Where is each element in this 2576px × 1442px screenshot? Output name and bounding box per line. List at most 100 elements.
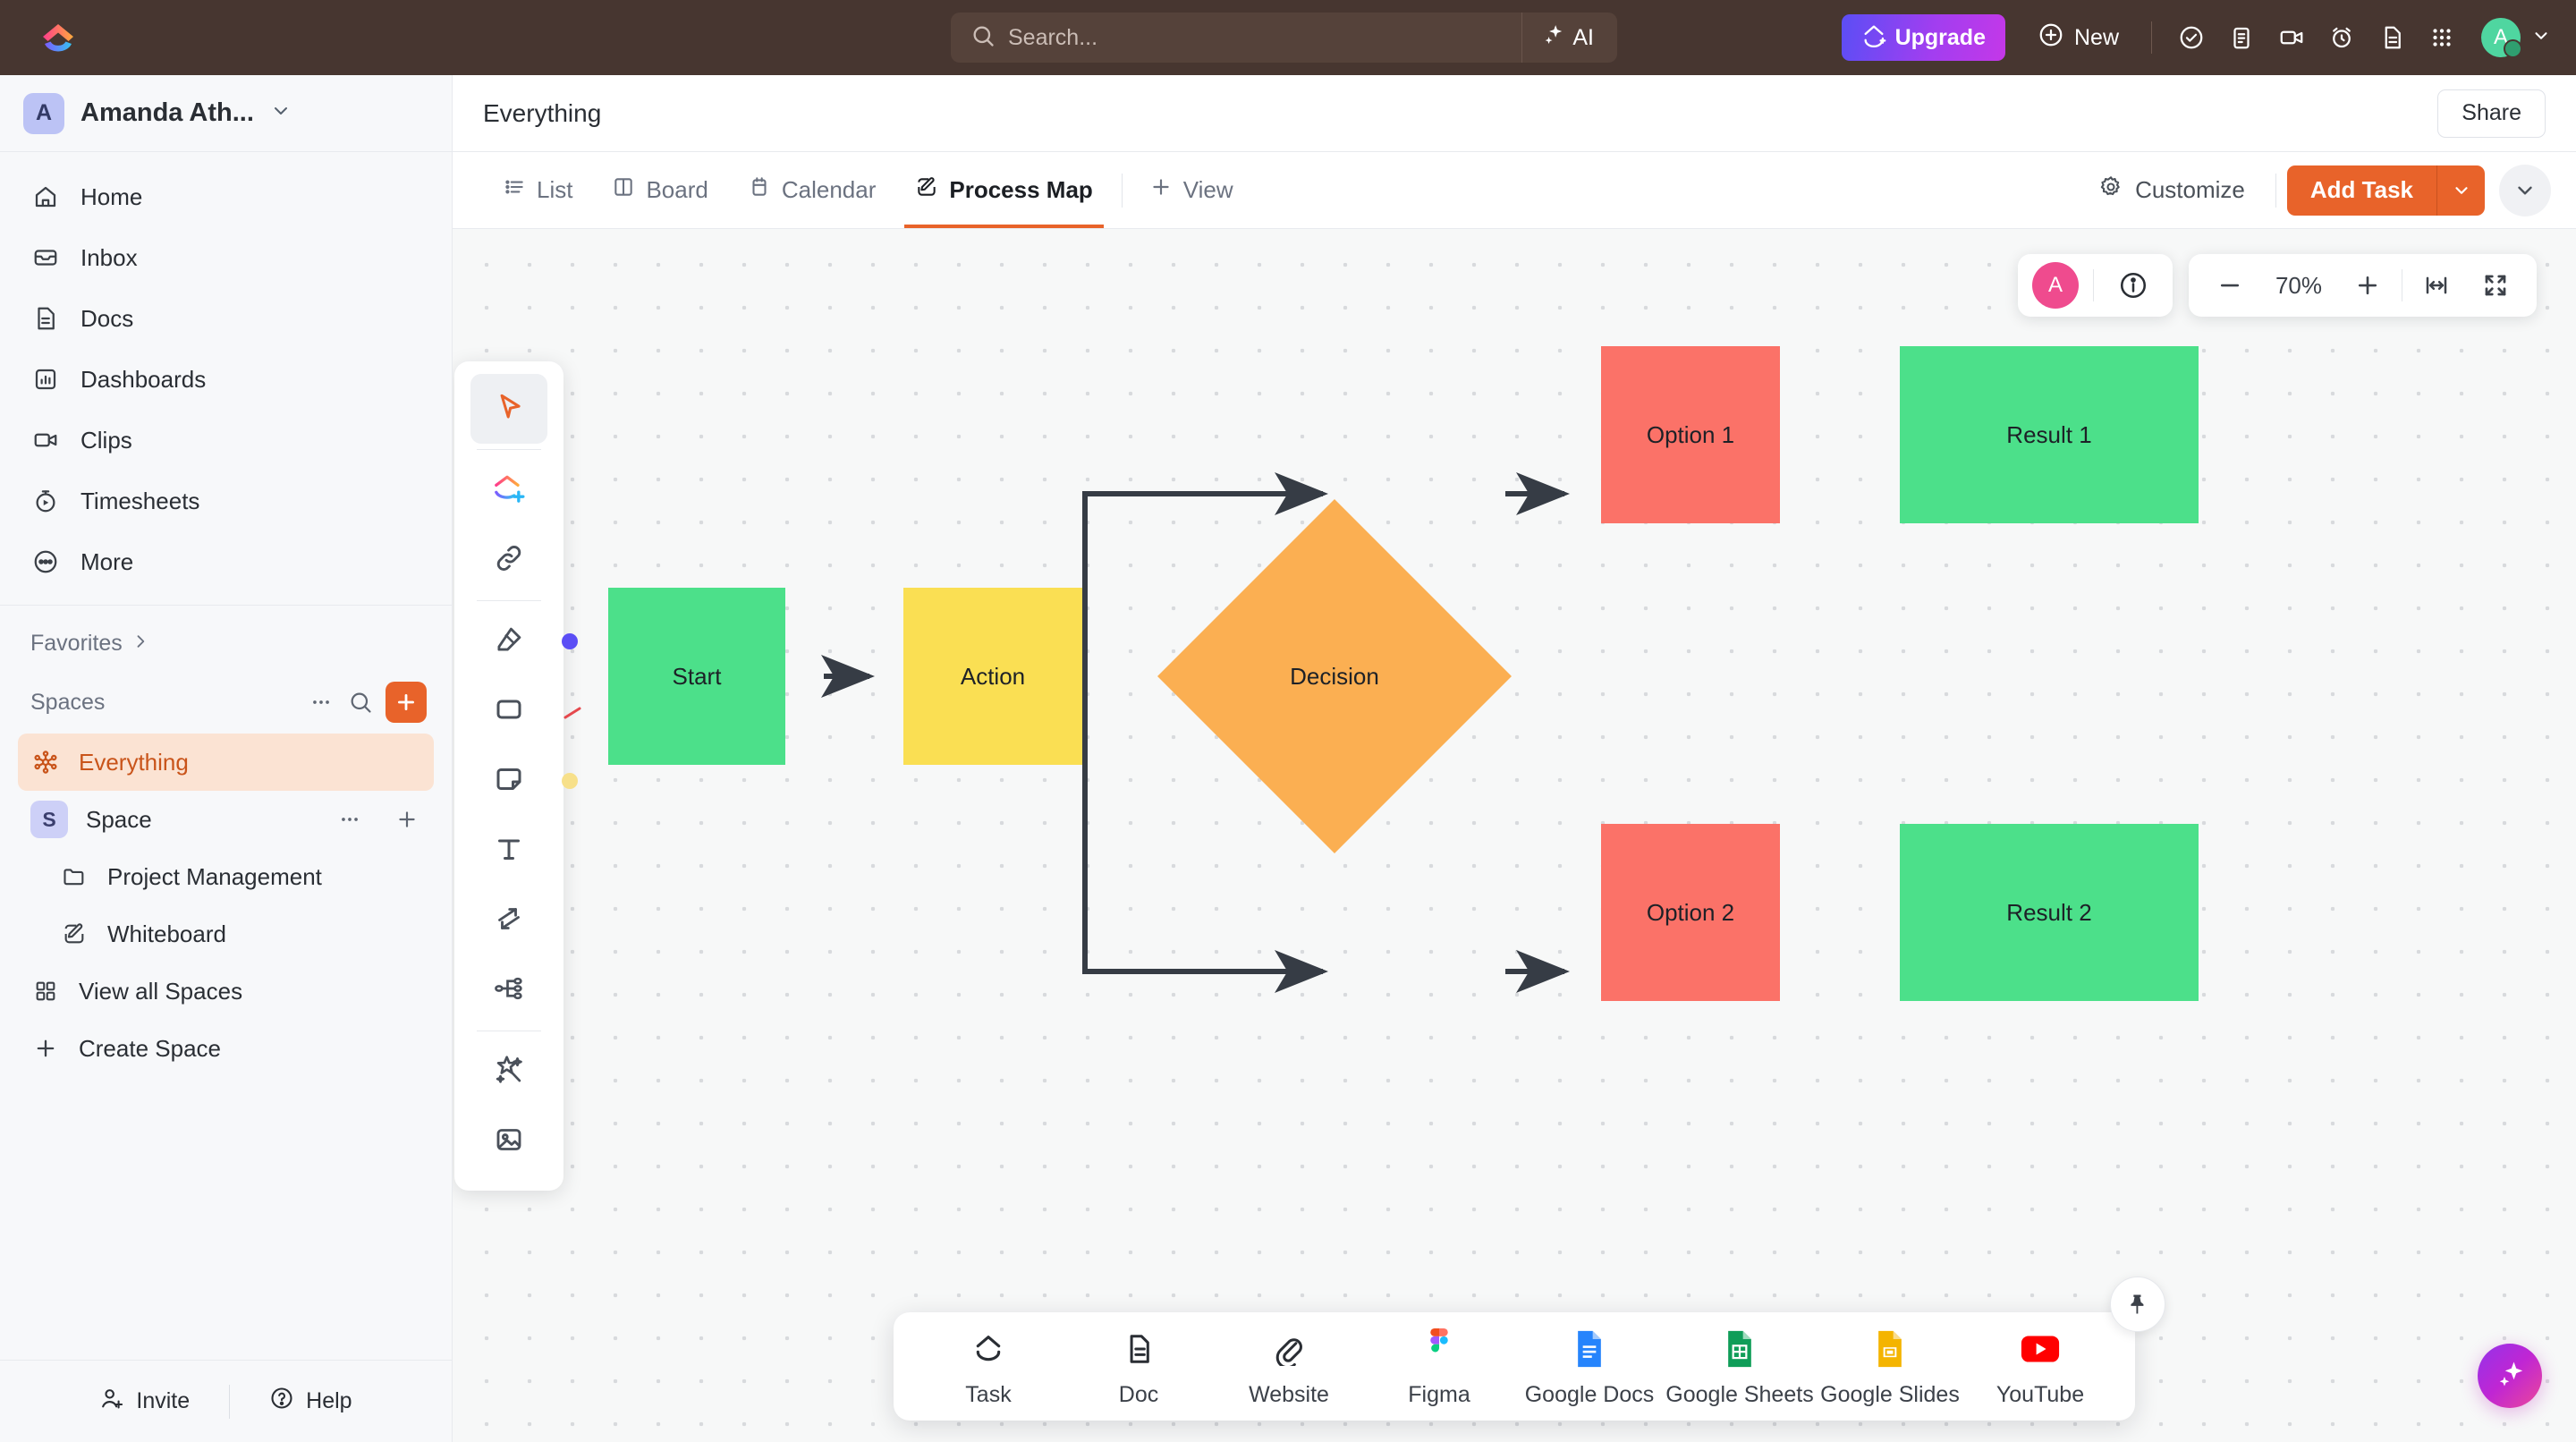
main-area: Everything Share List	[453, 75, 2576, 1442]
workspace-avatar: A	[23, 93, 64, 134]
pen-tool[interactable]	[470, 606, 547, 676]
collaborator-avatar[interactable]: A	[2032, 262, 2079, 309]
tab-calendar[interactable]: Calendar	[728, 152, 896, 228]
process-node-option2[interactable]: Option 2	[1601, 824, 1780, 1001]
sidebar-item-more[interactable]: More	[0, 531, 452, 592]
sidebar-item-dashboards[interactable]: Dashboards	[0, 349, 452, 410]
new-button[interactable]: New	[2021, 14, 2135, 61]
help-button[interactable]: Help	[230, 1386, 391, 1417]
clipboard-icon[interactable]	[2218, 14, 2265, 61]
zoom-level-value[interactable]: 70%	[2264, 272, 2334, 300]
process-node-action[interactable]: Action	[903, 588, 1082, 765]
alarm-clock-icon[interactable]	[2318, 14, 2365, 61]
connector-tool[interactable]	[470, 886, 547, 955]
process-node-result1[interactable]: Result 1	[1900, 346, 2199, 523]
share-button[interactable]: Share	[2437, 89, 2546, 138]
search-input-wrap[interactable]: Search...	[951, 13, 1521, 63]
tab-list[interactable]: List	[483, 152, 592, 228]
pin-icon[interactable]	[2110, 1277, 2165, 1332]
info-circle-icon[interactable]	[2108, 260, 2158, 310]
calendar-icon	[748, 175, 771, 205]
tab-process-map[interactable]: Process Map	[895, 152, 1112, 228]
sidebar-item-docs[interactable]: Docs	[0, 288, 452, 349]
dock-item-google-sheets[interactable]: Google Sheets	[1665, 1328, 1815, 1408]
sidebar-item-everything[interactable]: Everything	[18, 734, 434, 791]
dock-item-website[interactable]: Website	[1214, 1328, 1364, 1408]
process-node-result2[interactable]: Result 2	[1900, 824, 2199, 1001]
fullscreen-icon[interactable]	[2470, 260, 2521, 310]
dock-item-google-docs[interactable]: Google Docs	[1514, 1328, 1665, 1408]
sparkle-icon	[1542, 23, 1565, 53]
upgrade-button[interactable]: Upgrade	[1842, 14, 2005, 61]
sidebar-item-create-space[interactable]: Create Space	[0, 1020, 452, 1077]
dock-item-task[interactable]: Task	[913, 1328, 1063, 1408]
dock-item-doc[interactable]: Doc	[1063, 1328, 1214, 1408]
zoom-out-button[interactable]	[2205, 260, 2255, 310]
ellipsis-icon[interactable]	[330, 800, 369, 839]
sticky-note-tool[interactable]	[470, 746, 547, 816]
ai-assistant-fab[interactable]	[2478, 1344, 2542, 1408]
process-node-start[interactable]: Start	[608, 588, 785, 765]
clickup-object-tool[interactable]	[470, 455, 547, 525]
ai-search-button[interactable]: AI	[1521, 13, 1617, 63]
divider	[2275, 174, 2276, 208]
customize-button[interactable]: Customize	[2079, 174, 2265, 206]
shape-color-indicator[interactable]	[564, 707, 580, 723]
gear-icon	[2098, 174, 2123, 206]
workspace-switcher[interactable]: A Amanda Ath...	[0, 75, 452, 152]
clickup-add-icon	[491, 471, 527, 511]
mindmap-tool[interactable]	[470, 955, 547, 1025]
whiteboard-canvas[interactable]: Start Action Decision Option 1 Result 1 …	[453, 229, 2576, 1442]
shape-tool[interactable]	[470, 676, 547, 746]
text-tool[interactable]	[470, 816, 547, 886]
check-circle-icon[interactable]	[2168, 14, 2215, 61]
sidebar-item-space[interactable]: S Space	[0, 791, 452, 848]
sidebar-item-timesheets[interactable]: Timesheets	[0, 471, 452, 531]
clickup-logo-icon[interactable]	[38, 17, 79, 58]
ellipsis-icon[interactable]	[301, 683, 341, 722]
add-task-dropdown-chevron-down-icon[interactable]	[2436, 165, 2485, 216]
ai-tool[interactable]	[470, 1037, 547, 1107]
sidebar-item-label: Everything	[79, 749, 189, 776]
fit-width-icon[interactable]	[2411, 260, 2462, 310]
add-task-button[interactable]: Add Task	[2287, 165, 2485, 216]
dock-item-figma[interactable]: Figma	[1364, 1328, 1514, 1408]
invite-button[interactable]: Invite	[60, 1386, 229, 1417]
search-icon[interactable]	[341, 683, 380, 722]
plus-icon[interactable]	[387, 800, 427, 839]
sidebar-item-inbox[interactable]: Inbox	[0, 227, 452, 288]
favorites-section-header[interactable]: Favorites	[0, 606, 452, 666]
sidebar-item-whiteboard[interactable]: Whiteboard	[0, 905, 452, 963]
zoom-in-button[interactable]	[2343, 260, 2393, 310]
plus-circle-icon	[2038, 21, 2064, 55]
sidebar-item-view-all-spaces[interactable]: View all Spaces	[0, 963, 452, 1020]
account-chevron-down-icon[interactable]	[2531, 26, 2551, 50]
apps-grid-icon[interactable]	[2419, 14, 2465, 61]
add-space-button[interactable]	[386, 682, 427, 723]
process-node-option1[interactable]: Option 1	[1601, 346, 1780, 523]
pen-color-indicator[interactable]	[562, 633, 578, 649]
document-icon[interactable]	[2368, 14, 2415, 61]
collapse-toolbar-chevron-down-icon[interactable]	[2499, 165, 2551, 216]
add-view-button[interactable]: View	[1131, 175, 1251, 205]
tab-board[interactable]: Board	[592, 152, 727, 228]
sidebar-item-home[interactable]: Home	[0, 166, 452, 227]
global-search-bar[interactable]: Search... AI	[951, 13, 1617, 63]
space-badge: S	[30, 801, 68, 838]
dock-item-google-slides[interactable]: Google Slides	[1815, 1328, 1965, 1408]
folder-icon	[59, 861, 89, 892]
dock-item-youtube[interactable]: YouTube	[1965, 1328, 2115, 1408]
sidebar-item-clips[interactable]: Clips	[0, 410, 452, 471]
sidebar-item-project-management[interactable]: Project Management	[0, 848, 452, 905]
image-tool[interactable]	[470, 1107, 547, 1176]
sidebar-item-label: View all Spaces	[79, 978, 242, 1005]
chevron-right-icon	[131, 631, 149, 657]
process-node-decision[interactable]: Decision	[1209, 551, 1460, 802]
video-camera-icon[interactable]	[2268, 14, 2315, 61]
user-avatar[interactable]: A	[2481, 18, 2521, 57]
link-tool[interactable]	[470, 525, 547, 595]
help-label: Help	[306, 1388, 352, 1414]
chevron-down-icon[interactable]	[270, 100, 292, 126]
sticky-color-indicator[interactable]	[562, 773, 578, 789]
select-cursor-tool[interactable]	[470, 374, 547, 444]
